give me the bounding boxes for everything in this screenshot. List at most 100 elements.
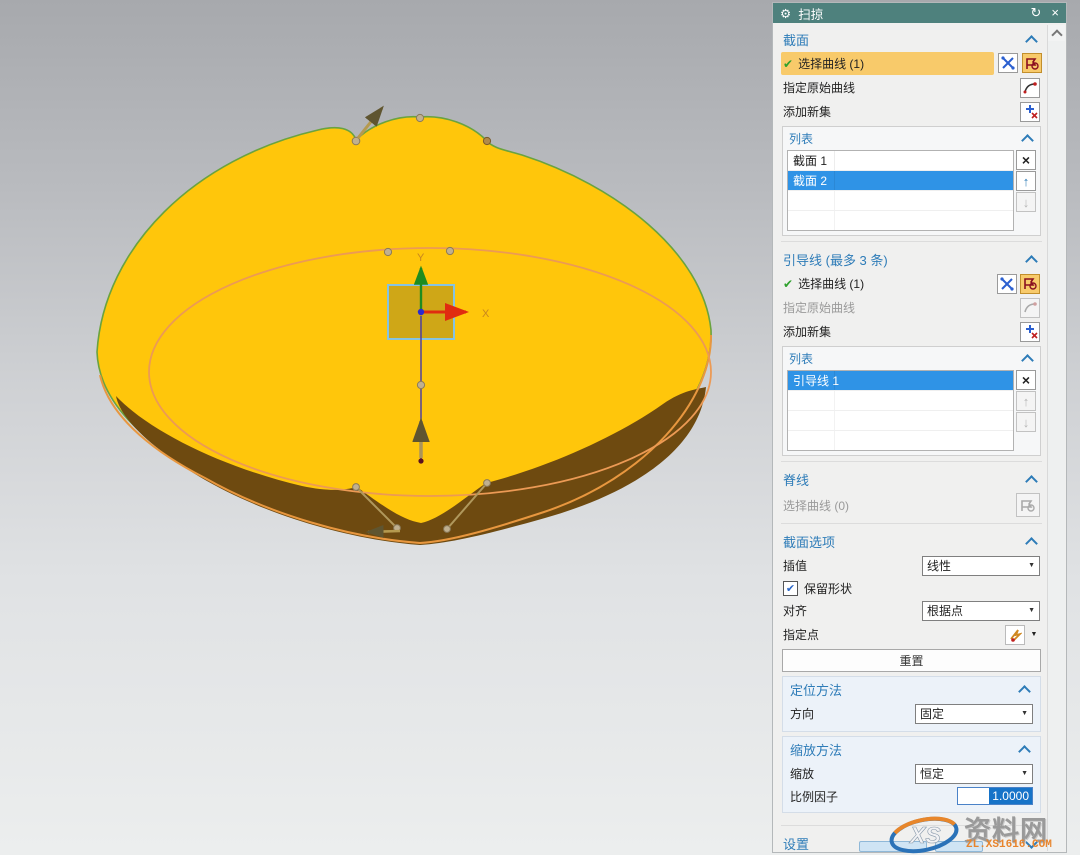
- collapse-chevron-icon[interactable]: [1025, 35, 1038, 48]
- remove-item-icon[interactable]: ×: [1016, 150, 1036, 170]
- dialog-body: 截面 ✔ 选择曲线 (1) 指定原: [773, 23, 1048, 852]
- curve-rule-icon: [1016, 493, 1040, 517]
- sweep-dialog: ⚙ 扫掠 ↻ × 截面 ✔ 选择曲线 (1): [772, 2, 1067, 853]
- guides-origin-curve-row: 指定原始曲线: [781, 296, 1042, 319]
- list-item-selected[interactable]: 截面 2: [788, 171, 1013, 191]
- section-origin-curve-row[interactable]: 指定原始曲线: [781, 76, 1042, 99]
- mid-point-handle[interactable]: [417, 381, 424, 388]
- interpolation-dropdown[interactable]: 线性 ▼: [922, 556, 1040, 576]
- section-add-new-set-row[interactable]: 添加新集: [781, 100, 1042, 123]
- dialog-close-icon[interactable]: ×: [1051, 4, 1059, 22]
- axis-y-label: Y: [417, 252, 425, 264]
- preserve-shape-row[interactable]: ✔ 保留形状: [781, 578, 1042, 598]
- add-new-set-icon[interactable]: [1020, 322, 1040, 342]
- list-item-empty: [788, 191, 1013, 211]
- scaling-dropdown[interactable]: 恒定 ▼: [915, 764, 1033, 784]
- direction-dropdown[interactable]: 固定 ▼: [915, 704, 1033, 724]
- collapse-chevron-icon[interactable]: [1018, 685, 1031, 698]
- point-options-dropdown[interactable]: ▼: [1028, 625, 1040, 645]
- move-down-icon[interactable]: ↓: [1016, 192, 1036, 212]
- dialog-titlebar[interactable]: ⚙ 扫掠 ↻ ×: [773, 3, 1066, 23]
- section-select-curve-row[interactable]: ✔ 选择曲线 (1): [781, 52, 994, 75]
- orientation-method-header[interactable]: 定位方法: [788, 679, 1035, 701]
- deselect-icon[interactable]: [997, 274, 1017, 294]
- collapse-chevron-icon[interactable]: [1025, 255, 1038, 268]
- specify-point-row: 指定点 ▼: [781, 623, 1042, 646]
- scale-factor-input[interactable]: 1.0000: [957, 787, 1033, 805]
- scrollbar-up-icon[interactable]: [1048, 25, 1065, 41]
- bottom-direction-arrow[interactable]: [368, 531, 400, 532]
- edge-point[interactable]: [483, 137, 490, 144]
- collapse-chevron-icon[interactable]: [1021, 134, 1034, 147]
- dialog-reset-icon[interactable]: ↻: [1031, 4, 1042, 22]
- bottom-button-fragment[interactable]: [859, 841, 927, 852]
- spine-group-header[interactable]: 脊线: [781, 467, 1042, 491]
- add-new-set-icon[interactable]: [1020, 102, 1040, 122]
- collapse-chevron-icon[interactable]: [1025, 537, 1038, 550]
- alignment-dropdown[interactable]: 根据点 ▼: [922, 601, 1040, 621]
- chevron-down-icon: ▼: [1028, 607, 1035, 614]
- axis-x-label: X: [482, 308, 490, 320]
- section-list-group: 列表 截面 1 截面 2 ×: [782, 126, 1041, 236]
- section-point[interactable]: [353, 484, 360, 491]
- preserve-shape-checkbox[interactable]: ✔: [783, 581, 798, 596]
- dialog-title: 扫掠: [798, 4, 823, 23]
- end-point[interactable]: [418, 458, 423, 463]
- gear-icon: ⚙: [780, 6, 791, 21]
- origin-curve-icon: [1020, 298, 1040, 318]
- scale-factor-row: 比例因子 1.0000: [788, 786, 1035, 806]
- remove-item-icon[interactable]: ×: [1016, 370, 1036, 390]
- edge-point[interactable]: [416, 114, 423, 121]
- collapse-chevron-icon[interactable]: [1021, 354, 1034, 367]
- guide-point[interactable]: [384, 248, 391, 255]
- list-item-empty: [788, 211, 1013, 230]
- guides-list-group: 列表 引导线 1 × ↑: [782, 346, 1041, 456]
- list-item[interactable]: 截面 1: [788, 151, 1013, 171]
- list-item-empty: [788, 411, 1013, 431]
- options-group-header[interactable]: 截面选项: [781, 529, 1042, 553]
- guides-group-header[interactable]: 引导线 (最多 3 条): [781, 247, 1042, 271]
- chevron-down-icon: ▼: [1021, 710, 1028, 717]
- list-item-empty: [788, 391, 1013, 411]
- dialog-scrollbar[interactable]: [1047, 25, 1065, 851]
- collapse-chevron-icon[interactable]: [1025, 475, 1038, 488]
- guide-point[interactable]: [446, 247, 453, 254]
- orientation-method-box: 定位方法 方向 固定 ▼: [782, 676, 1041, 732]
- check-icon: ✔: [783, 57, 793, 71]
- curve-rule-icon[interactable]: [1022, 53, 1042, 73]
- scale-factor-value: 1.0000: [989, 788, 1032, 804]
- chevron-down-icon: ▼: [1028, 562, 1035, 569]
- scaling-method-box: 缩放方法 缩放 恒定 ▼ 比例因子 1.0000: [782, 736, 1041, 813]
- alignment-row: 对齐 根据点 ▼: [781, 599, 1042, 622]
- spine-select-curve-row: 选择曲线 (0): [781, 492, 1042, 518]
- point-dialog-icon[interactable]: [1005, 625, 1025, 645]
- scaling-row: 缩放 恒定 ▼: [788, 762, 1035, 785]
- curve-rule-icon[interactable]: [1020, 274, 1040, 294]
- direction-row: 方向 固定 ▼: [788, 702, 1035, 725]
- list-item-selected[interactable]: 引导线 1: [788, 371, 1013, 391]
- reset-button[interactable]: 重置: [782, 649, 1041, 672]
- chevron-down-icon: ▼: [1021, 770, 1028, 777]
- expand-chevron-icon[interactable]: [1025, 836, 1038, 849]
- guides-list-header[interactable]: 列表: [787, 348, 1036, 370]
- move-up-icon[interactable]: ↑: [1016, 171, 1036, 191]
- guides-add-new-set-row[interactable]: 添加新集: [781, 320, 1042, 343]
- deselect-icon[interactable]: [998, 53, 1018, 73]
- collapse-chevron-icon[interactable]: [1018, 745, 1031, 758]
- guides-select-curve-row[interactable]: ✔ 选择曲线 (1): [781, 272, 1042, 295]
- interpolation-row: 插值 线性 ▼: [781, 554, 1042, 577]
- origin-curve-icon[interactable]: [1020, 78, 1040, 98]
- list-item-empty: [788, 431, 1013, 450]
- guides-list: 引导线 1: [787, 370, 1014, 451]
- section-point[interactable]: [484, 480, 491, 487]
- check-icon: ✔: [783, 277, 793, 291]
- move-down-icon[interactable]: ↓: [1016, 412, 1036, 432]
- section-list: 截面 1 截面 2: [787, 150, 1014, 231]
- application-window: Y X ⚙ 扫掠 ↻ × 截: [0, 0, 1080, 855]
- move-up-icon[interactable]: ↑: [1016, 391, 1036, 411]
- section-group-header[interactable]: 截面: [781, 27, 1042, 51]
- scaling-method-header[interactable]: 缩放方法: [788, 739, 1035, 761]
- section-list-header[interactable]: 列表: [787, 128, 1036, 150]
- section-point[interactable]: [444, 526, 451, 533]
- bottom-button-fragment[interactable]: [935, 841, 983, 852]
